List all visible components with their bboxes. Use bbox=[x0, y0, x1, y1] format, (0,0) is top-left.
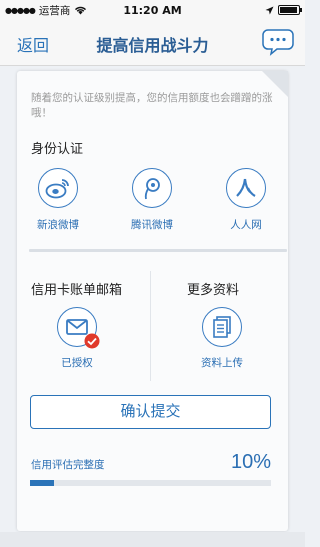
mailbox-item[interactable]: 已授权 bbox=[42, 307, 112, 370]
renren-icon bbox=[226, 168, 266, 208]
confirm-submit-button[interactable]: 确认提交 bbox=[30, 395, 271, 429]
mail-icon bbox=[57, 307, 100, 349]
intro-text: 随着您的认证级别提高，您的信用额度也会蹭蹭的涨哦！ bbox=[31, 92, 273, 119]
weibo-icon bbox=[38, 168, 78, 208]
tencent-weibo-item[interactable]: 腾讯微博 bbox=[117, 168, 187, 232]
credit-card-panel: 随着您的认证级别提高，您的信用额度也会蹭蹭的涨哦！ 身份认证 新浪微博 腾讯微博 bbox=[17, 71, 288, 531]
more-info-section-title: 更多资料 bbox=[187, 283, 240, 298]
vertical-divider bbox=[150, 271, 151, 381]
status-right bbox=[265, 5, 302, 15]
checkmark-badge-icon bbox=[84, 333, 100, 349]
signal-icon: ●●●●● bbox=[5, 5, 36, 15]
renren-item[interactable]: 人人网 bbox=[211, 168, 281, 232]
mailbox-status: 已授权 bbox=[61, 357, 93, 369]
carrier-label: 运营商 bbox=[38, 4, 71, 17]
tencent-weibo-label: 腾讯微博 bbox=[131, 219, 173, 231]
bottom-strip bbox=[0, 532, 305, 547]
evaluation-progress-bar bbox=[30, 480, 271, 486]
evaluation-label: 信用评估完整度 bbox=[31, 459, 105, 471]
status-bar: ●●●●● 运营商 11:20 AM bbox=[0, 0, 305, 20]
wifi-icon bbox=[75, 6, 87, 15]
upload-label: 资料上传 bbox=[201, 357, 243, 369]
sina-weibo-label: 新浪微博 bbox=[37, 219, 79, 231]
evaluation-percent: 10% bbox=[230, 451, 271, 473]
identity-section-title: 身份认证 bbox=[31, 142, 84, 157]
battery-icon bbox=[278, 5, 302, 15]
chat-icon[interactable] bbox=[261, 26, 295, 58]
evaluation-progress-fill bbox=[30, 480, 55, 486]
sina-weibo-item[interactable]: 新浪微博 bbox=[23, 168, 93, 232]
mailbox-section-title: 信用卡账单邮箱 bbox=[31, 283, 123, 298]
nav-bar: 返回 提高信用战斗力 bbox=[0, 20, 305, 66]
renren-label: 人人网 bbox=[230, 219, 262, 231]
location-icon bbox=[265, 6, 274, 14]
tencent-weibo-icon bbox=[132, 168, 172, 208]
page-title: 提高信用战斗力 bbox=[96, 36, 209, 55]
section-divider bbox=[29, 249, 287, 252]
document-icon bbox=[202, 307, 242, 347]
upload-item[interactable]: 资料上传 bbox=[187, 307, 257, 370]
status-left: ●●●●● 运营商 bbox=[5, 3, 87, 18]
